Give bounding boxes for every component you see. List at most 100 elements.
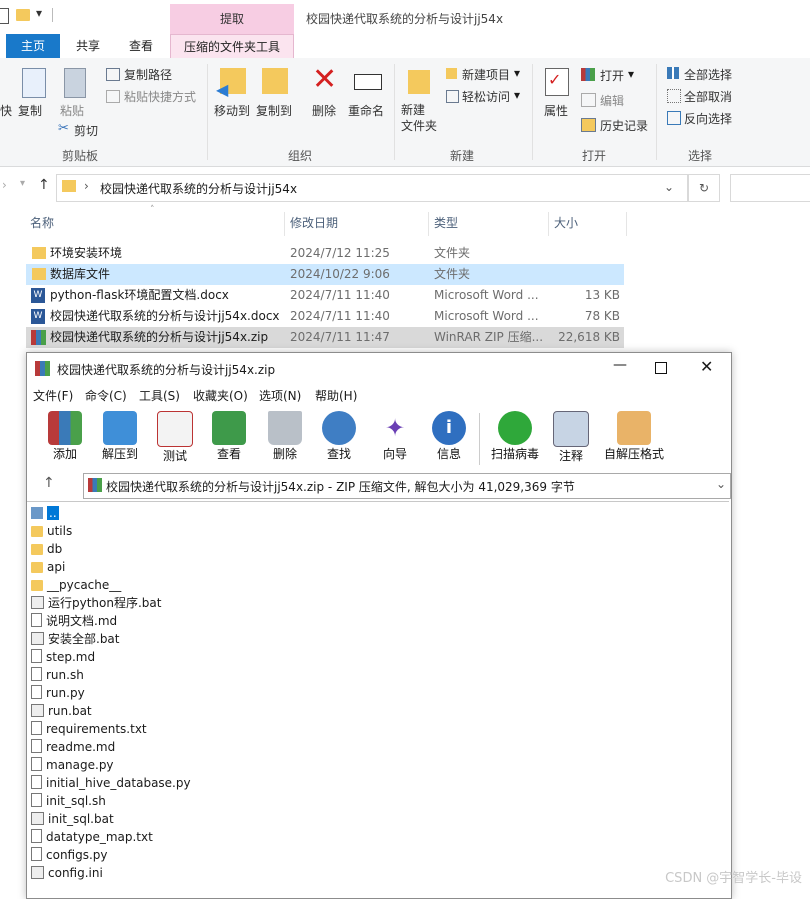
menu-file[interactable]: 文件(F) <box>33 387 73 404</box>
column-header-size[interactable]: 大小 <box>554 212 578 234</box>
column-header-type[interactable]: 类型 <box>434 212 458 234</box>
menu-commands[interactable]: 命令(C) <box>85 387 127 404</box>
properties-button[interactable]: 属性 <box>544 102 568 119</box>
toolbar-view-button[interactable]: 查看 <box>207 411 251 462</box>
toolbar-extract-button[interactable]: 解压到 <box>97 411 143 462</box>
recent-dropdown-icon[interactable]: ▾ <box>20 178 25 189</box>
delete-button[interactable]: 删除 <box>312 102 336 119</box>
archive-item-name: 说明文档.md <box>46 614 118 628</box>
file-row[interactable]: W python-flask环境配置文档.docx 2024/7/11 11:4… <box>26 285 624 306</box>
archive-item[interactable]: .. <box>31 504 59 522</box>
archive-item[interactable]: run.sh <box>31 666 84 684</box>
archive-item[interactable]: run.bat <box>31 702 92 720</box>
archive-item[interactable]: configs.py <box>31 846 108 864</box>
archive-item[interactable]: 说明文档.md <box>31 612 117 630</box>
archive-item[interactable]: config.ini <box>31 864 103 882</box>
column-separator[interactable] <box>284 212 285 236</box>
easy-access-button[interactable]: 轻松访问 <box>462 88 510 105</box>
tab-compressed-folder-tools[interactable]: 压缩的文件夹工具 <box>170 34 294 58</box>
select-all-button[interactable]: 全部选择 <box>684 66 732 83</box>
select-none-button[interactable]: 全部取消 <box>684 88 732 105</box>
up-arrow-icon[interactable]: ↑ <box>38 177 50 193</box>
archive-item[interactable]: manage.py <box>31 756 114 774</box>
paste-button[interactable]: 粘贴 <box>60 102 84 119</box>
copy-button[interactable]: 复制 <box>18 102 42 119</box>
move-to-button[interactable]: 移动到 <box>214 102 250 119</box>
tab-view[interactable]: 查看 <box>116 34 166 58</box>
edit-icon <box>581 93 596 107</box>
forward-arrow-icon[interactable]: › <box>2 178 7 192</box>
archive-item[interactable]: step.md <box>31 648 95 666</box>
column-separator[interactable] <box>428 212 429 236</box>
toolbar-test-button[interactable]: 测试 <box>153 411 197 464</box>
menu-favorites[interactable]: 收藏夹(O) <box>193 387 248 404</box>
paste-shortcut-button[interactable]: 粘贴快捷方式 <box>124 88 196 105</box>
new-folder-button[interactable]: 新建 文件夹 <box>401 102 437 134</box>
toolbar-delete-button[interactable]: 删除 <box>263 411 307 462</box>
archive-item[interactable]: init_sql.sh <box>31 792 106 810</box>
open-dropdown-icon[interactable]: ▾ <box>628 67 634 81</box>
toolbar-comment-button[interactable]: 注释 <box>549 411 593 464</box>
invert-select-button[interactable]: 反向选择 <box>684 110 732 127</box>
address-dropdown-icon[interactable]: ⌄ <box>716 477 726 491</box>
cut-button[interactable]: 剪切 <box>74 122 98 139</box>
winrar-address-bar[interactable]: 校园快递代取系统的分析与设计jj54x.zip - ZIP 压缩文件, 解包大小… <box>83 473 731 499</box>
file-row[interactable]: W 校园快递代取系统的分析与设计jj54x.docx 2024/7/11 11:… <box>26 306 624 327</box>
minimize-icon[interactable]: — <box>613 357 627 373</box>
archive-item[interactable]: api <box>31 558 65 576</box>
column-header-date[interactable]: 修改日期 <box>290 212 338 234</box>
file-row[interactable]: 数据库文件 2024/10/22 9:06 文件夹 <box>26 264 624 285</box>
toolbar-info-button[interactable]: i 信息 <box>427 411 471 462</box>
archive-item[interactable]: init_sql.bat <box>31 810 114 828</box>
copy-to-button[interactable]: 复制到 <box>256 102 292 119</box>
archive-item[interactable]: 安装全部.bat <box>31 630 120 648</box>
tab-share[interactable]: 共享 <box>62 34 114 58</box>
archive-item[interactable]: requirements.txt <box>31 720 147 738</box>
new-item-dropdown-icon[interactable]: ▾ <box>514 66 520 80</box>
tab-home[interactable]: 主页 <box>6 34 60 58</box>
up-folder-icon[interactable]: ↑ <box>43 475 55 491</box>
archive-item[interactable]: initial_hive_database.py <box>31 774 191 792</box>
open-button[interactable]: 打开 <box>600 67 624 84</box>
toolbar-scan-virus-button[interactable]: 扫描病毒 <box>487 411 543 462</box>
column-separator[interactable] <box>548 212 549 236</box>
quick-access-dropdown-icon[interactable]: ▾ <box>36 6 42 20</box>
search-input[interactable] <box>730 174 810 202</box>
menu-help[interactable]: 帮助(H) <box>315 387 357 404</box>
easy-access-dropdown-icon[interactable]: ▾ <box>514 88 520 102</box>
column-header-name[interactable]: 名称 <box>30 212 54 234</box>
refresh-button[interactable]: ↻ <box>688 174 720 202</box>
toolbar-label: 扫描病毒 <box>490 447 539 461</box>
archive-item[interactable]: run.py <box>31 684 85 702</box>
archive-item[interactable]: 运行python程序.bat <box>31 594 161 612</box>
checkbox-icon[interactable] <box>0 8 9 24</box>
new-item-button[interactable]: 新建项目 <box>462 66 510 83</box>
edit-button[interactable]: 编辑 <box>600 92 624 109</box>
archive-item[interactable]: utils <box>31 522 72 540</box>
rename-button[interactable]: 重命名 <box>348 102 384 119</box>
close-icon[interactable]: ✕ <box>700 357 713 376</box>
history-button[interactable]: 历史记录 <box>600 117 648 134</box>
archive-item[interactable]: db <box>31 540 62 558</box>
maximize-icon[interactable] <box>655 362 667 374</box>
address-path[interactable]: 校园快递代取系统的分析与设计jj54x <box>100 180 297 197</box>
menu-options[interactable]: 选项(N) <box>259 387 301 404</box>
move-arrow-icon: ◀ <box>216 80 229 99</box>
archive-item[interactable]: readme.md <box>31 738 115 756</box>
address-dropdown-icon[interactable]: ⌄ <box>664 180 674 194</box>
file-row[interactable]: 环境安装环境 2024/7/12 11:25 文件夹 <box>26 243 624 264</box>
breadcrumb-chevron-icon[interactable]: › <box>84 179 89 193</box>
archive-item[interactable]: datatype_map.txt <box>31 828 153 846</box>
sfx-box-icon <box>617 411 651 445</box>
file-row[interactable]: 校园快递代取系统的分析与设计jj54x.zip 2024/7/11 11:47 … <box>26 327 624 348</box>
toolbar-sfx-button[interactable]: 自解压格式 <box>601 411 667 462</box>
column-separator[interactable] <box>626 212 627 236</box>
toolbar-wizard-button[interactable]: ✦ 向导 <box>373 411 417 462</box>
archive-item-name: utils <box>47 524 73 538</box>
toolbar-find-button[interactable]: 查找 <box>317 411 361 462</box>
archive-item-name: configs.py <box>46 848 108 862</box>
copy-path-button[interactable]: 复制路径 <box>124 66 172 83</box>
menu-tools[interactable]: 工具(S) <box>139 387 180 404</box>
archive-item[interactable]: __pycache__ <box>31 576 121 594</box>
toolbar-add-button[interactable]: 添加 <box>43 411 87 462</box>
